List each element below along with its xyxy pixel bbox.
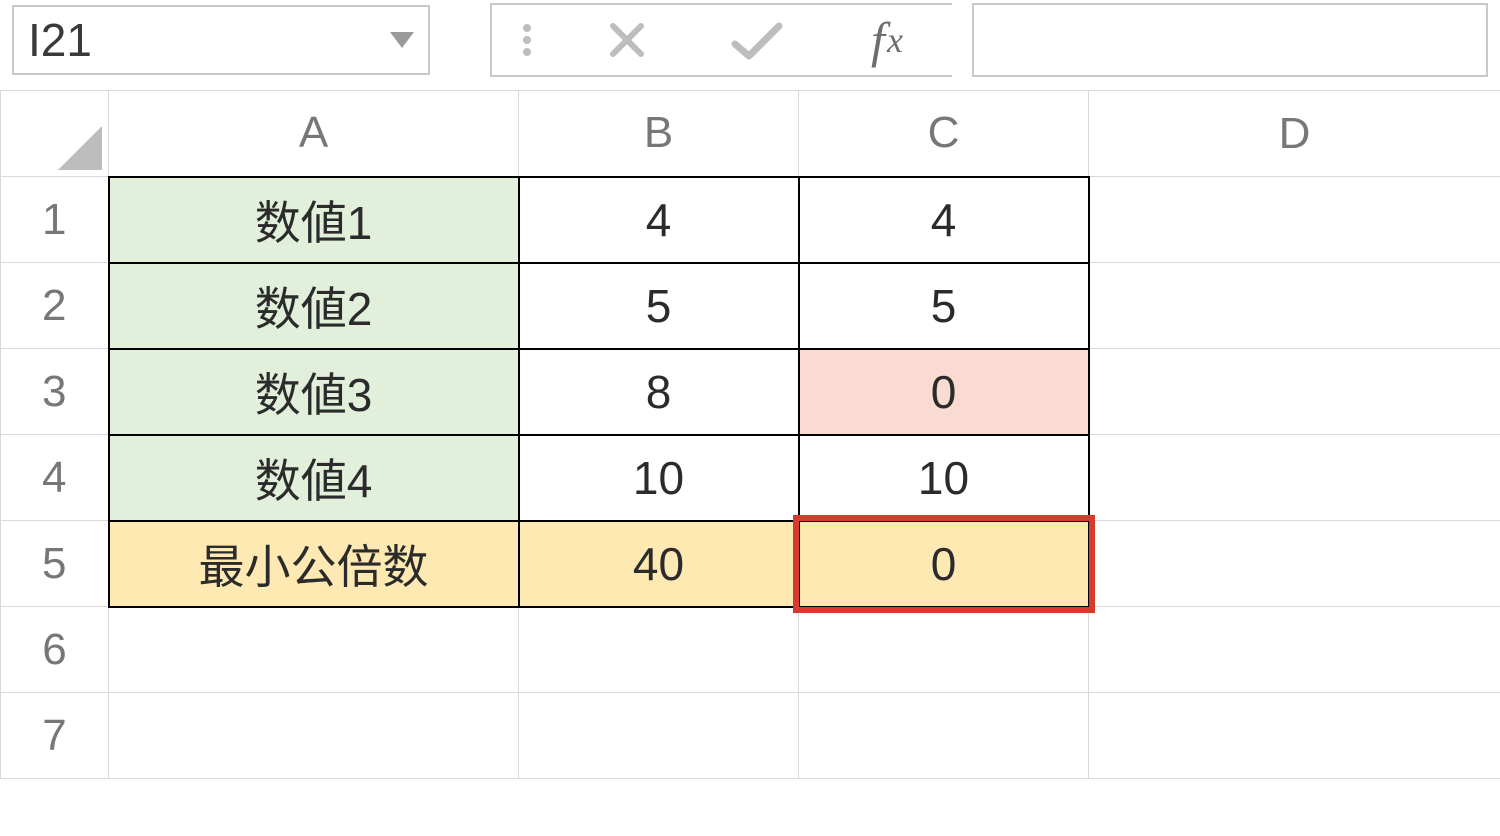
spreadsheet-grid[interactable]: A B C D 1 数値1 4 4 2 数値2 5 5 3 数値3 8 0 [0,90,1500,779]
cell-A7[interactable] [109,693,519,779]
table-row: 6 [1,607,1500,693]
cell-C5[interactable]: 0 [799,521,1089,607]
row-header-3[interactable]: 3 [1,349,109,435]
table-row: 5 最小公倍数 40 0 [1,521,1500,607]
col-header-D[interactable]: D [1089,91,1500,177]
table-row: 3 数値3 8 0 [1,349,1500,435]
insert-function-icon[interactable]: fx [822,5,952,75]
row-header-5[interactable]: 5 [1,521,109,607]
cell-B6[interactable] [519,607,799,693]
name-box[interactable]: I21 [12,5,430,75]
cell-D5[interactable] [1089,521,1500,607]
cell-C3[interactable]: 0 [799,349,1089,435]
select-all-corner[interactable] [1,91,109,177]
row-header-6[interactable]: 6 [1,607,109,693]
cell-D4[interactable] [1089,435,1500,521]
cell-B4[interactable]: 10 [519,435,799,521]
cell-B3[interactable]: 8 [519,349,799,435]
cell-D3[interactable] [1089,349,1500,435]
cancel-icon [562,5,692,75]
formula-bar-buttons: fx [490,3,952,77]
table-row: 2 数値2 5 5 [1,263,1500,349]
table-row: 7 [1,693,1500,779]
cell-B7[interactable] [519,693,799,779]
formula-input[interactable] [972,3,1488,77]
row-header-4[interactable]: 4 [1,435,109,521]
cell-C7[interactable] [799,693,1089,779]
row-header-2[interactable]: 2 [1,263,109,349]
cell-A5[interactable]: 最小公倍数 [109,521,519,607]
cell-C2[interactable]: 5 [799,263,1089,349]
name-box-value: I21 [28,13,390,67]
cell-C6[interactable] [799,607,1089,693]
cell-B1[interactable]: 4 [519,177,799,263]
cell-C4[interactable]: 10 [799,435,1089,521]
col-header-B[interactable]: B [519,91,799,177]
cell-C1[interactable]: 4 [799,177,1089,263]
cell-D2[interactable] [1089,263,1500,349]
formula-bar: I21 fx [0,0,1500,90]
cell-A2[interactable]: 数値2 [109,263,519,349]
col-header-A[interactable]: A [109,91,519,177]
cell-B5[interactable]: 40 [519,521,799,607]
cell-A6[interactable] [109,607,519,693]
cell-A1[interactable]: 数値1 [109,177,519,263]
cell-A3[interactable]: 数値3 [109,349,519,435]
cell-A4[interactable]: 数値4 [109,435,519,521]
cell-D1[interactable] [1089,177,1500,263]
enter-icon [692,5,822,75]
col-header-C[interactable]: C [799,91,1089,177]
cell-D7[interactable] [1089,693,1500,779]
row-header-1[interactable]: 1 [1,177,109,263]
column-header-row: A B C D [1,91,1500,177]
cell-D6[interactable] [1089,607,1500,693]
name-box-dropdown-icon[interactable] [390,32,414,48]
table-row: 1 数値1 4 4 [1,177,1500,263]
expand-formula-bar-icon[interactable] [492,5,562,75]
table-row: 4 数値4 10 10 [1,435,1500,521]
cell-B2[interactable]: 5 [519,263,799,349]
row-header-7[interactable]: 7 [1,693,109,779]
